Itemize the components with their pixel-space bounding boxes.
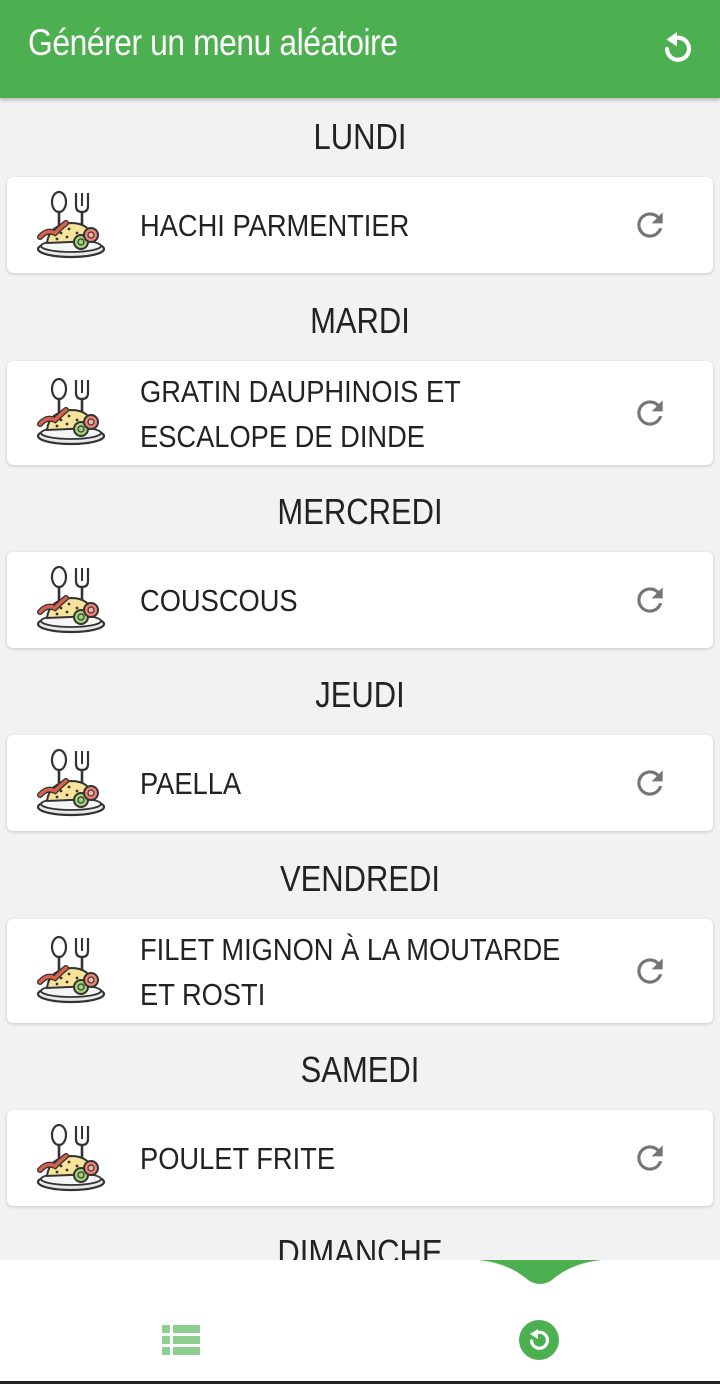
dish-name: PAELLA	[140, 766, 242, 801]
refresh-icon[interactable]	[631, 206, 669, 244]
reset-icon[interactable]	[655, 27, 699, 71]
list-icon[interactable]	[162, 1324, 200, 1356]
app-title: Générer un menu aléatoire	[28, 22, 398, 63]
refresh-icon[interactable]	[631, 1139, 669, 1177]
plate-with-spoon-fork-icon	[35, 934, 107, 1008]
plate-with-spoon-fork-icon	[35, 1122, 107, 1196]
dish-name: POULET FRITE	[140, 1141, 336, 1176]
day-title: SAMEDI	[300, 1049, 420, 1090]
refresh-icon[interactable]	[631, 394, 669, 432]
bottom-navigation	[0, 1260, 720, 1384]
day-title: MERCREDI	[277, 491, 443, 532]
day-title: LUNDI	[313, 116, 407, 157]
dish-name: COUSCOUS	[140, 583, 298, 618]
day-title: DIMANCHE	[277, 1232, 443, 1260]
refresh-icon[interactable]	[631, 581, 669, 619]
plate-with-spoon-fork-icon	[35, 189, 107, 263]
plate-with-spoon-fork-icon	[35, 747, 107, 821]
dish-name: FILET MIGNON À LA MOUTARDE ET ROSTI	[140, 932, 561, 1012]
menu-list: LUNDI HACHI PARMENTIER MARDI GRATIN DAUP…	[0, 98, 720, 1260]
day-title: VENDREDI	[280, 858, 440, 899]
plate-with-spoon-fork-icon	[35, 564, 107, 638]
dish-card[interactable]: HACHI PARMENTIER	[7, 177, 713, 273]
day-title: JEUDI	[315, 674, 405, 715]
app-bar: Générer un menu aléatoire	[0, 0, 720, 98]
dish-name: HACHI PARMENTIER	[140, 208, 410, 243]
day-title: MARDI	[310, 300, 410, 341]
dish-card[interactable]: PAELLA	[7, 735, 713, 831]
selected-tab-indicator	[478, 1260, 602, 1284]
random-menu-icon[interactable]	[518, 1319, 560, 1361]
dish-card[interactable]: COUSCOUS	[7, 552, 713, 648]
refresh-icon[interactable]	[631, 952, 669, 990]
dish-card[interactable]: FILET MIGNON À LA MOUTARDE ET ROSTI	[7, 919, 713, 1023]
refresh-icon[interactable]	[631, 764, 669, 802]
plate-with-spoon-fork-icon	[35, 376, 107, 450]
dish-card[interactable]: GRATIN DAUPHINOIS ET ESCALOPE DE DINDE	[7, 361, 713, 465]
dish-name: GRATIN DAUPHINOIS ET ESCALOPE DE DINDE	[140, 374, 461, 454]
dish-card[interactable]: POULET FRITE	[7, 1110, 713, 1206]
